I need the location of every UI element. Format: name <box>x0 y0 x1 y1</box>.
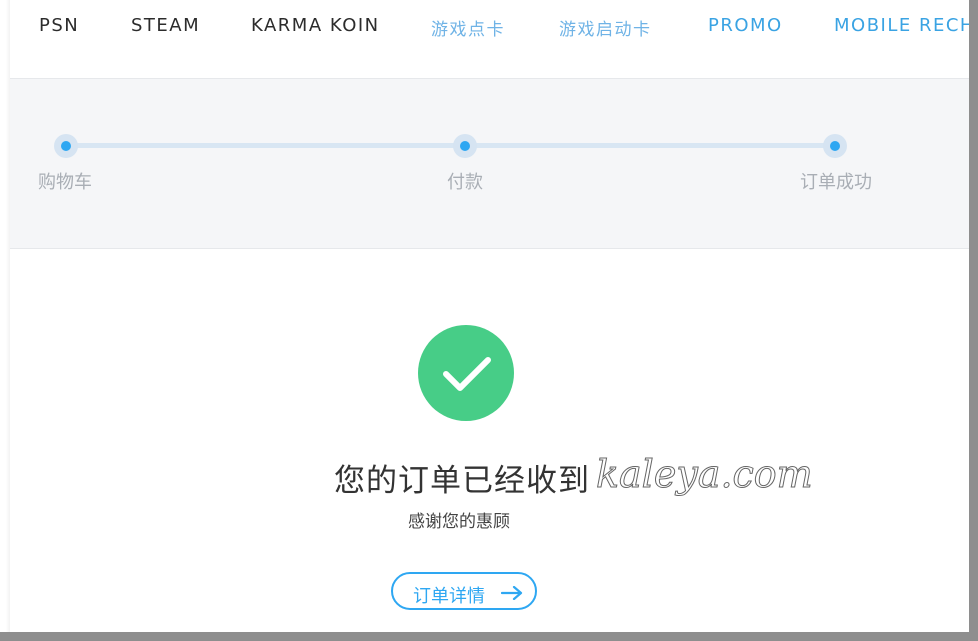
nav-item-psn[interactable]: PSN <box>39 15 79 36</box>
arrow-right-icon <box>501 586 523 600</box>
order-received-title: 您的订单已经收到 <box>334 463 590 499</box>
top-nav: PSN STEAM KARMA KOIN 游戏点卡 游戏启动卡 PROMO MO… <box>10 0 969 79</box>
step-dot-cart <box>54 134 78 158</box>
nav-item-game-card[interactable]: 游戏点卡 <box>431 15 505 40</box>
nav-item-promo[interactable]: PROMO <box>708 15 783 36</box>
step-dot-success <box>823 134 847 158</box>
nav-item-steam[interactable]: STEAM <box>131 15 200 36</box>
check-icon <box>443 357 491 391</box>
nav-item-karma-koin[interactable]: KARMA KOIN <box>251 15 380 36</box>
step-label-success: 订单成功 <box>800 172 872 193</box>
progress-track <box>67 143 836 148</box>
watermark: kaleya.com <box>596 452 814 497</box>
left-edge <box>0 0 10 632</box>
step-dot-payment <box>453 134 477 158</box>
nav-item-mobile-recharge[interactable]: MOBILE RECH <box>834 15 969 36</box>
step-label-payment: 付款 <box>447 172 483 193</box>
order-details-button[interactable]: 订单详情 <box>391 572 537 610</box>
step-label-cart: 购物车 <box>38 172 92 193</box>
order-details-label: 订单详情 <box>413 586 485 607</box>
page: PSN STEAM KARMA KOIN 游戏点卡 游戏启动卡 PROMO MO… <box>10 0 969 632</box>
svg-text:kaleya.com: kaleya.com <box>596 452 813 496</box>
nav-item-game-launch-card[interactable]: 游戏启动卡 <box>559 15 652 40</box>
thanks-message: 感谢您的惠顾 <box>408 512 510 532</box>
checkout-progress: 购物车 付款 订单成功 <box>10 79 969 249</box>
browser-frame: PSN STEAM KARMA KOIN 游戏点卡 游戏启动卡 PROMO MO… <box>0 0 978 641</box>
success-badge <box>418 325 514 421</box>
